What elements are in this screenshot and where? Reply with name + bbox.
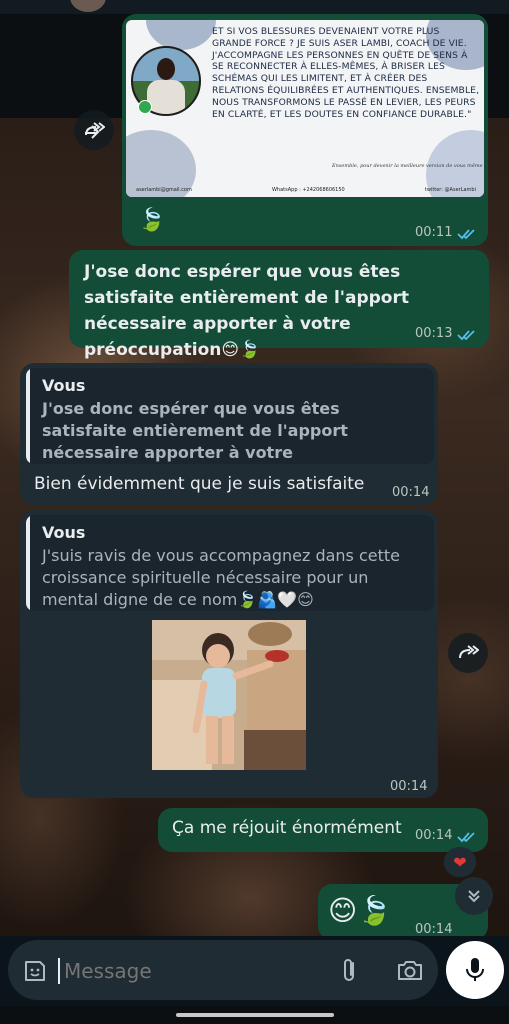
message-text: J'ose donc espérer que vous êtes satisfa… xyxy=(84,262,410,360)
card-email: aserlambi@gmail.com xyxy=(136,187,192,193)
quoted-message[interactable]: Vous J'suis ravis de vous accompagnez da… xyxy=(26,515,434,611)
quoted-message[interactable]: Vous J'ose donc espérer que vous êtes sa… xyxy=(26,368,434,464)
message-input[interactable] xyxy=(62,952,266,990)
double-chevron-down-icon xyxy=(468,890,480,903)
message-time: 00:14 xyxy=(415,828,453,843)
message-text: Ça me réjouit énormément xyxy=(172,818,402,838)
text-cursor xyxy=(58,958,60,984)
gif-image xyxy=(152,620,306,770)
message-time: 00:13 xyxy=(415,326,453,341)
card-whatsapp: WhatsApp : +242068606150 xyxy=(271,187,345,193)
message-text: 😊🍃 xyxy=(328,894,393,927)
heart-reaction[interactable]: ❤ xyxy=(444,847,476,877)
sticker-icon[interactable] xyxy=(22,958,48,984)
image-card[interactable]: ET SI VOS BLESSURES DEVENAIENT VOTRE PLU… xyxy=(126,20,484,197)
message-time: 00:14 xyxy=(415,922,453,937)
contact-avatar[interactable] xyxy=(70,0,106,12)
quote-author: Vous xyxy=(42,376,86,395)
quote-author: Vous xyxy=(42,523,86,542)
chat-header xyxy=(0,0,509,14)
read-ticks-icon xyxy=(457,229,475,240)
forward-button[interactable] xyxy=(448,633,488,673)
message-time: 00:11 xyxy=(415,225,453,240)
card-tagline: Ensemble, pour devenir la meilleure vers… xyxy=(332,163,483,169)
card-text: ET SI VOS BLESSURES DEVENAIENT VOTRE PLU… xyxy=(212,26,480,120)
gif-thumbnail[interactable] xyxy=(152,620,306,770)
scroll-to-bottom-button[interactable] xyxy=(455,877,493,915)
message-text: Bien évidemment que je suis satisfaite xyxy=(34,474,365,494)
heart-icon: ❤ xyxy=(453,852,467,872)
card-twitter: twitter: @AserLambi xyxy=(424,187,476,193)
attach-icon[interactable] xyxy=(338,957,362,985)
message-caption: 🍃 xyxy=(138,208,166,233)
camera-icon[interactable] xyxy=(396,958,424,982)
card-contacts: aserlambi@gmail.com WhatsApp : +24206860… xyxy=(136,187,476,193)
forward-button[interactable] xyxy=(74,110,114,150)
decor-circle xyxy=(146,20,216,50)
voice-record-button[interactable] xyxy=(446,941,504,999)
home-indicator xyxy=(176,1013,334,1017)
read-ticks-icon xyxy=(457,832,475,843)
microphone-icon xyxy=(466,958,484,981)
forward-icon xyxy=(85,122,105,139)
quote-text: J'ose donc espérer que vous êtes satisfa… xyxy=(42,399,348,462)
message-time: 00:14 xyxy=(392,485,430,500)
verified-badge-icon xyxy=(138,100,152,114)
forward-icon xyxy=(459,645,479,659)
quote-text: J'suis ravis de vous accompagnez dans ce… xyxy=(42,546,400,609)
message-time: 00:14 xyxy=(390,779,428,794)
message-input-container[interactable] xyxy=(8,940,438,1000)
read-ticks-icon xyxy=(457,330,475,341)
